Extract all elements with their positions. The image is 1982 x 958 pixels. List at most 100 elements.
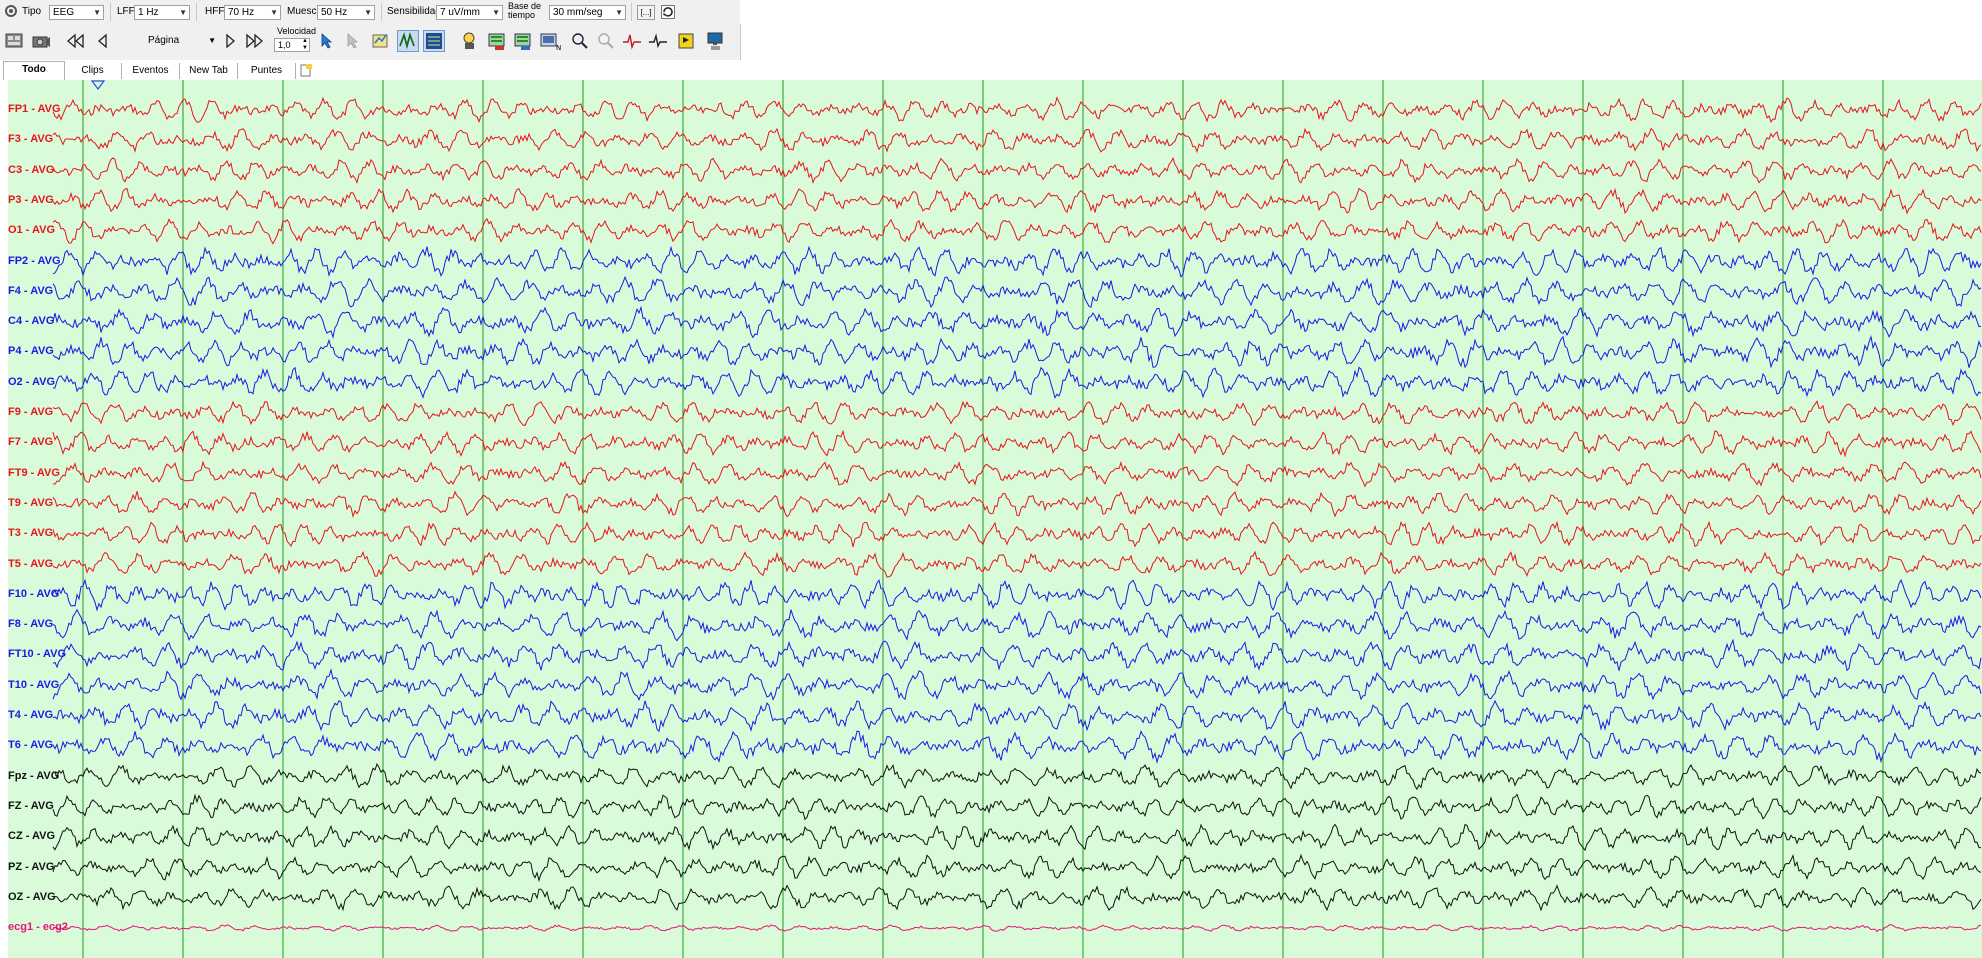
channel-label[interactable]: F10 - AVG — [8, 588, 59, 600]
channel-label[interactable]: C4 - AVG — [8, 315, 54, 327]
patient-info-icon[interactable] — [459, 30, 481, 52]
toolbar-separator — [196, 3, 197, 21]
report-icon[interactable] — [486, 30, 508, 52]
base-tiempo-select[interactable]: 30 mm/seg ▼ — [549, 5, 626, 20]
spike-marker-icon[interactable] — [621, 30, 643, 52]
channel-label[interactable]: FT10 - AVG — [8, 648, 66, 660]
camera-icon[interactable] — [30, 30, 52, 52]
eeg-trace — [52, 853, 1982, 883]
channel-label[interactable]: FP2 - AVG — [8, 255, 61, 267]
eeg-trace — [52, 823, 1981, 852]
channel-label[interactable]: T4 - AVG — [8, 709, 53, 721]
channel-label[interactable]: O1 - AVG — [8, 224, 55, 236]
channel-label[interactable]: FT9 - AVG — [8, 467, 60, 479]
fast-forward-page-icon[interactable] — [243, 30, 265, 52]
monitor-icon[interactable] — [704, 30, 726, 52]
channel-label[interactable]: T9 - AVG — [8, 497, 53, 509]
refresh-icon[interactable] — [659, 2, 677, 22]
eeg-display[interactable]: FP1 - AVG F3 - AVG C3 - AVG P3 - AVG O1 - AV… — [0, 80, 1982, 958]
channel-label[interactable]: OZ - AVG — [8, 891, 56, 903]
time-cursor-marker-icon[interactable] — [90, 80, 106, 93]
channel-label[interactable]: FZ - AVG — [8, 800, 54, 812]
channel-label[interactable]: PZ - AVG — [8, 861, 54, 873]
montage-icon[interactable] — [3, 30, 25, 52]
hff-label: HFF — [205, 6, 225, 17]
channel-label[interactable]: FP1 - AVG — [8, 103, 61, 115]
rewind-page-icon[interactable] — [65, 30, 87, 52]
tipo-select[interactable]: EEG ▼ — [49, 5, 104, 20]
zoom-out-icon[interactable] — [595, 30, 617, 52]
channel-label[interactable]: T6 - AVG — [8, 739, 53, 751]
velocidad-value: 1,0 — [278, 40, 291, 50]
tipo-label: Tipo — [22, 6, 42, 17]
new-tab-icon[interactable] — [300, 64, 312, 77]
eeg-trace — [52, 793, 1982, 821]
tab-new-tab[interactable]: New Tab — [180, 63, 238, 79]
cursor-disabled-icon[interactable] — [343, 30, 365, 52]
channel-label[interactable]: O2 - AVG — [8, 376, 55, 388]
muesca-select-value: 50 Hz — [321, 7, 348, 18]
eeg-trace — [52, 400, 1982, 427]
tab-todo[interactable]: Todo — [3, 61, 65, 81]
waveform-marker-icon[interactable] — [647, 30, 669, 52]
channel-label[interactable]: ecg1 - ecg2 — [8, 921, 68, 933]
eeg-trace — [52, 305, 1982, 340]
eeg-trace — [52, 366, 1982, 399]
eeg-trace — [52, 884, 1982, 912]
eeg-waveforms — [52, 80, 1982, 958]
annotate-icon[interactable] — [370, 30, 392, 52]
step-back-icon[interactable] — [92, 30, 114, 52]
event-flag-icon[interactable] — [675, 30, 697, 52]
waveform-toggle-icon[interactable] — [397, 30, 419, 52]
muesca-select[interactable]: 50 Hz ▼ — [317, 5, 375, 20]
chevron-down-icon: ▼ — [364, 8, 372, 17]
zoom-in-icon[interactable] — [569, 30, 591, 52]
montage-grid-icon[interactable] — [423, 30, 445, 52]
bracket-button[interactable]: [...] — [637, 5, 655, 20]
settings-gear-icon[interactable] — [2, 1, 20, 21]
spinner-arrows-icon[interactable]: ▲ ▼ — [302, 39, 308, 51]
tipo-select-value: EEG — [53, 7, 75, 18]
channel-label[interactable]: T3 - AVG — [8, 527, 53, 539]
chevron-down-icon: ▼ — [270, 8, 278, 17]
print-icon[interactable]: N — [539, 30, 561, 52]
eeg-trace — [52, 218, 1982, 245]
velocidad-label: Velocidad — [277, 26, 317, 36]
tab-puntes[interactable]: Puntes — [238, 63, 296, 79]
channel-label[interactable]: F9 - AVG — [8, 406, 53, 418]
sensibilidad-select[interactable]: 7 uV/mm ▼ — [436, 5, 503, 20]
channel-label[interactable]: F8 - AVG — [8, 618, 53, 630]
channel-label[interactable]: Fpz - AVG — [8, 770, 59, 782]
channel-label[interactable]: C3 - AVG — [8, 164, 54, 176]
tab-clips[interactable]: Clips — [64, 63, 122, 79]
channel-label[interactable]: F3 - AVG — [8, 133, 53, 145]
export-icon[interactable] — [512, 30, 534, 52]
hff-select[interactable]: 70 Hz ▼ — [224, 5, 281, 20]
toolbar-separator — [110, 3, 111, 21]
chevron-down-icon: ▼ — [615, 8, 623, 17]
base-tiempo-label: Base de tiempo — [508, 2, 541, 20]
eeg-trace — [52, 490, 1982, 518]
lff-label: LFF — [117, 6, 135, 17]
channel-label[interactable]: P4 - AVG — [8, 345, 54, 357]
eeg-trace — [52, 550, 1982, 578]
channel-label[interactable]: F4 - AVG — [8, 285, 53, 297]
pagina-select[interactable]: Página ▼ — [120, 34, 220, 49]
channel-label[interactable]: CZ - AVG — [8, 830, 55, 842]
chevron-down-icon: ▼ — [208, 36, 216, 45]
velocidad-spinner[interactable]: 1,0 ▲ ▼ — [274, 38, 310, 52]
eeg-trace-area[interactable] — [8, 80, 1982, 958]
view-tabs: Todo Clips Eventos New Tab Puntes — [0, 60, 1982, 81]
channel-label[interactable]: T10 - AVG — [8, 679, 59, 691]
eeg-trace — [52, 608, 1982, 642]
eeg-trace — [52, 187, 1982, 215]
lff-select[interactable]: 1 Hz ▼ — [134, 5, 190, 20]
cursor-arrow-icon[interactable] — [317, 30, 339, 52]
eeg-trace — [52, 924, 1982, 933]
tab-eventos[interactable]: Eventos — [122, 63, 180, 79]
channel-label[interactable]: F7 - AVG — [8, 436, 53, 448]
step-forward-icon[interactable] — [219, 30, 241, 52]
channel-label[interactable]: T5 - AVG — [8, 558, 53, 570]
channel-label[interactable]: P3 - AVG — [8, 194, 54, 206]
eeg-trace — [52, 668, 1982, 701]
